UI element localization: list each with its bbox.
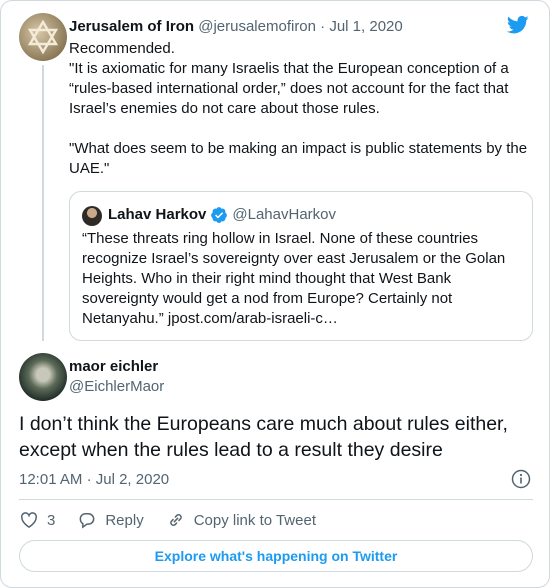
separator: · (320, 18, 326, 35)
separator: · (86, 471, 92, 488)
tweet-text-line: "What does seem to be making an impact i… (69, 140, 528, 177)
star-of-david-icon (27, 19, 59, 55)
tweet-header: Jerusalem of Iron @jerusalemofiron · Jul… (69, 17, 403, 37)
verified-badge-icon (210, 206, 228, 224)
tweet-date[interactable]: Jul 2, 2020 (96, 471, 169, 488)
reply-button[interactable]: Reply (77, 510, 144, 530)
like-button[interactable]: 3 (19, 510, 55, 530)
twitter-bird-icon[interactable] (506, 15, 529, 35)
info-icon[interactable] (511, 469, 531, 489)
copy-link-label: Copy link to Tweet (193, 511, 316, 529)
link-icon (169, 514, 182, 526)
quote-avatar (82, 206, 102, 226)
divider (19, 499, 533, 500)
avatar[interactable] (19, 13, 67, 61)
tweet-embed-card: Jerusalem of Iron @jerusalemofiron · Jul… (0, 0, 550, 588)
reply-label: Reply (105, 511, 144, 529)
like-count: 3 (47, 511, 56, 529)
tweet-text-line: "It is axiomatic for many Israelis that … (69, 60, 509, 117)
author-name[interactable]: Jerusalem of Iron (69, 18, 194, 35)
quote-text: “These threats ring hollow in Israel. No… (82, 230, 506, 327)
avatar[interactable] (19, 353, 67, 401)
author-handle[interactable]: @jerusalemofiron (198, 18, 316, 35)
quote-author-handle: @LahavHarkov (232, 206, 336, 223)
quote-header: Lahav Harkov @LahavHarkov (108, 205, 336, 225)
thread-line (42, 65, 44, 341)
reply-bubble-icon (79, 513, 95, 529)
tweet-text-line: Recommended. (69, 40, 175, 57)
tweet-date[interactable]: Jul 1, 2020 (329, 18, 402, 35)
tweet-timestamp[interactable]: 12:01 AM · Jul 2, 2020 (19, 470, 169, 490)
tweet-text: I don’t think the Europeans care much ab… (19, 413, 508, 461)
author-name[interactable]: maor eichler (69, 357, 158, 377)
action-bar: 3 Reply Copy link to Tweet (19, 509, 338, 531)
copy-link-button[interactable]: Copy link to Tweet (166, 510, 316, 530)
explore-twitter-button[interactable]: Explore what's happening on Twitter (19, 540, 533, 572)
quote-author-name: Lahav Harkov (108, 206, 207, 223)
tweet-time[interactable]: 12:01 AM (19, 471, 82, 488)
quoted-tweet[interactable]: Lahav Harkov @LahavHarkov “These threats… (69, 191, 533, 341)
heart-icon (20, 512, 38, 528)
tweet-text: Recommended. "It is axiomatic for many I… (69, 39, 531, 179)
author-handle[interactable]: @EichlerMaor (69, 377, 164, 397)
